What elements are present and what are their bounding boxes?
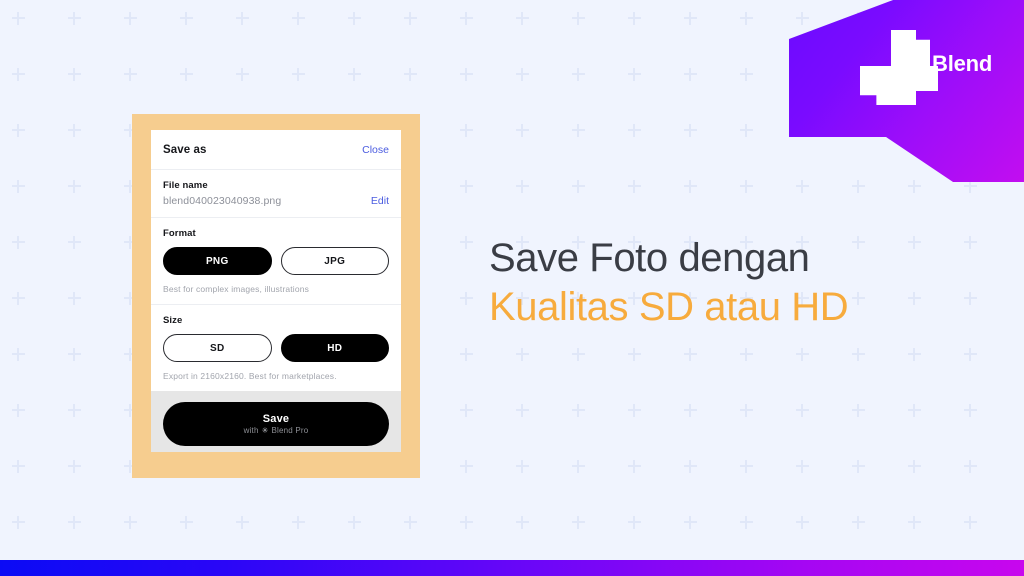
save-button-label: Save [262, 413, 290, 425]
size-option-sd[interactable]: SD [163, 334, 272, 362]
sheet-footer: Save with ✳ Blend Pro [151, 391, 401, 452]
size-options: SD HD [163, 334, 389, 362]
phone-screen: Save as Close File name blend04002304093… [151, 130, 401, 452]
size-hint: Export in 2160x2160. Best for marketplac… [163, 371, 337, 381]
logo-block-upper [891, 30, 930, 69]
format-label: Format [163, 228, 196, 239]
blend-wordmark: Blend [932, 51, 993, 76]
format-option-png[interactable]: PNG [163, 247, 272, 275]
sheet-title: Save as [163, 144, 207, 156]
file-name-row: File name blend040023040938.png Edit [151, 170, 401, 218]
format-option-jpg[interactable]: JPG [280, 247, 389, 275]
blend-logo: Blend [856, 26, 996, 105]
edit-file-name-button[interactable]: Edit [371, 195, 389, 207]
headline-block: Save Foto dengan Kualitas SD atau HD [489, 234, 959, 332]
save-button[interactable]: Save with ✳ Blend Pro [163, 402, 389, 446]
size-option-hd[interactable]: HD [280, 334, 389, 362]
phone-mock-frame: Save as Close File name blend04002304093… [132, 114, 420, 478]
save-sub-label: Blend Pro [271, 426, 309, 435]
save-button-subtitle: with ✳ Blend Pro [244, 426, 309, 435]
close-button[interactable]: Close [362, 144, 389, 156]
headline-line-1: Save Foto dengan [489, 236, 810, 280]
file-name-value: blend040023040938.png [163, 195, 282, 207]
size-label: Size [163, 315, 183, 326]
blend-pinwheel-icon [856, 26, 938, 105]
format-hint: Best for complex images, illustrations [163, 284, 310, 294]
file-name-label: File name [163, 180, 208, 191]
slide-canvas: Blend Save as Close File name blend04002… [0, 0, 1024, 576]
page-title: Save Foto dengan Kualitas SD atau HD [489, 234, 959, 332]
format-row: Format PNG JPG Best for complex images, … [151, 218, 401, 305]
sheet-header: Save as Close [151, 130, 401, 170]
format-options: PNG JPG [163, 247, 389, 275]
save-sub-prefix: with [243, 426, 259, 435]
logo-block-lower [860, 66, 899, 105]
bottom-gradient-bar [0, 560, 1024, 576]
headline-line-2: Kualitas SD atau HD [489, 284, 849, 329]
blend-pro-icon: ✳ [261, 425, 269, 435]
file-name-line: blend040023040938.png Edit [163, 195, 389, 207]
size-row: Size SD HD Export in 2160x2160. Best for… [151, 305, 401, 391]
